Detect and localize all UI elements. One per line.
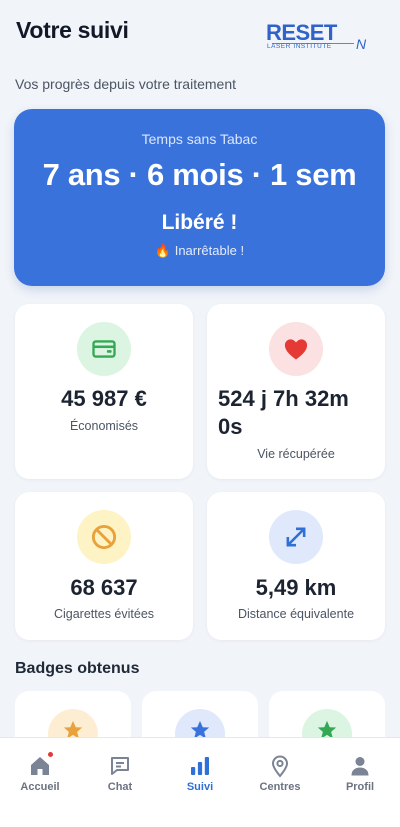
heart-icon xyxy=(269,322,323,376)
progress-subtitle: Vos progrès depuis votre traitement xyxy=(15,76,237,92)
tab-profil[interactable]: Profil xyxy=(320,738,400,827)
distance-label: Distance équivalente xyxy=(237,607,355,621)
header: Votre suivi RESET LASER INSTITUTE N xyxy=(16,14,370,52)
tab-suivi[interactable]: Suivi xyxy=(160,738,240,827)
tab-label: Chat xyxy=(107,781,133,793)
smoke-free-duration: 7 ans · 6 mois · 1 sem xyxy=(42,157,357,192)
reset-laser-institute-logo: RESET LASER INSTITUTE N xyxy=(266,20,367,52)
cigarettes-avoided-label: Cigarettes évitées xyxy=(53,607,155,621)
logo-mark: N xyxy=(356,36,367,52)
stat-card-life-regained: 524 j 7h 32m 0s Vie récupérée xyxy=(207,304,385,479)
tab-label: Accueil xyxy=(20,781,60,793)
expand-arrows-icon xyxy=(269,510,323,564)
cigarettes-avoided-value: 68 637 xyxy=(70,575,138,600)
logo-wordmark: RESET xyxy=(266,20,338,45)
tab-label: Centres xyxy=(259,781,301,793)
no-smoking-icon xyxy=(77,510,131,564)
status-text: Libéré ! xyxy=(161,211,238,234)
bottom-tab-bar: Accueil Chat Suivi Centres Profil xyxy=(0,737,400,827)
wallet-icon xyxy=(77,322,131,376)
tab-centres[interactable]: Centres xyxy=(240,738,320,827)
tab-accueil[interactable]: Accueil xyxy=(0,738,80,827)
user-icon xyxy=(346,752,374,780)
stat-card-equivalent-distance: 5,49 km Distance équivalente xyxy=(207,492,385,640)
stat-card-money-saved: 45 987 € Économisés xyxy=(15,304,193,479)
notification-dot xyxy=(47,751,54,758)
money-saved-label: Économisés xyxy=(69,419,139,433)
tab-label: Suivi xyxy=(186,781,214,793)
smoke-free-time-card: Temps sans Tabac 7 ans · 6 mois · 1 sem … xyxy=(14,109,385,286)
location-pin-icon xyxy=(266,752,294,780)
tab-chat[interactable]: Chat xyxy=(80,738,160,827)
life-regained-value: 524 j 7h 32m 0s xyxy=(218,386,349,439)
bar-chart-icon xyxy=(186,752,214,780)
motivation-text: 🔥 Inarrêtable ! xyxy=(154,243,245,258)
tab-label: Profil xyxy=(345,781,375,793)
chat-icon xyxy=(106,752,134,780)
stat-card-cigarettes-avoided: 68 637 Cigarettes évitées xyxy=(15,492,193,640)
badges-section-title: Badges obtenus xyxy=(15,660,140,677)
logo-tagline: LASER INSTITUTE xyxy=(267,43,332,50)
money-saved-value: 45 987 € xyxy=(61,386,147,411)
page-title: Votre suivi xyxy=(16,17,129,43)
distance-value: 5,49 km xyxy=(255,575,337,600)
life-regained-label: Vie récupérée xyxy=(257,447,335,461)
hero-label: Temps sans Tabac xyxy=(141,131,258,147)
